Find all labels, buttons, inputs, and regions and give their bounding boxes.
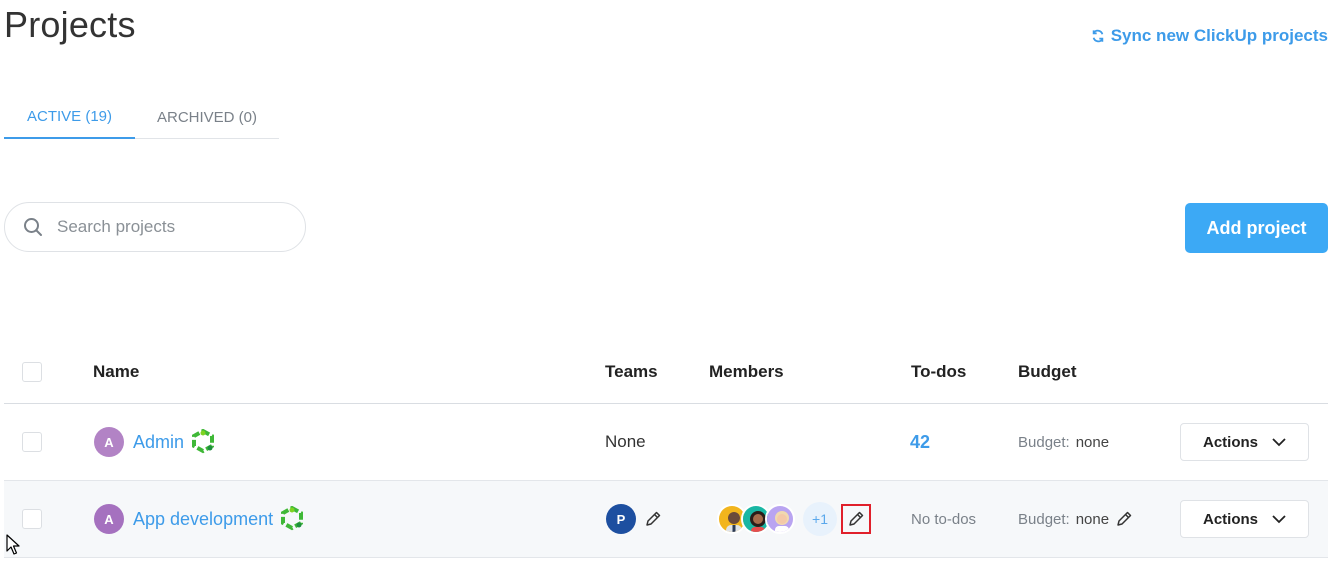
column-header-teams: Teams xyxy=(605,361,658,381)
project-tabs: ACTIVE (19) ARCHIVED (0) xyxy=(4,96,279,139)
tab-active[interactable]: ACTIVE (19) xyxy=(4,96,135,139)
row-checkbox[interactable] xyxy=(22,432,42,452)
sync-clickup-link[interactable]: Sync new ClickUp projects xyxy=(1091,26,1328,46)
edit-members-button[interactable] xyxy=(841,504,871,534)
budget-value: none xyxy=(1075,433,1110,451)
actions-label: Actions xyxy=(1202,510,1258,528)
pencil-icon xyxy=(849,511,864,526)
sync-link-label: Sync new ClickUp projects xyxy=(1110,26,1328,45)
table-row: A App development P +1 No to-dos Budget:… xyxy=(4,481,1328,558)
column-header-todos: To-dos xyxy=(911,361,967,381)
chevron-down-icon xyxy=(1272,514,1286,523)
budget-value: none xyxy=(1075,510,1110,528)
row-checkbox[interactable] xyxy=(22,509,42,529)
actions-label: Actions xyxy=(1202,433,1258,451)
member-avatar xyxy=(765,504,795,534)
todos-count-link[interactable]: 42 xyxy=(910,432,930,453)
pencil-icon[interactable] xyxy=(1115,510,1133,528)
search-box xyxy=(4,202,306,252)
page-title: Projects xyxy=(4,4,136,45)
teams-none-text: None xyxy=(605,432,646,451)
clickup-icon xyxy=(192,429,215,454)
tab-archived[interactable]: ARCHIVED (0) xyxy=(135,96,279,139)
budget-label: Budget: xyxy=(1018,510,1070,528)
column-header-members: Members xyxy=(709,361,784,381)
column-header-budget: Budget xyxy=(1018,361,1077,381)
select-all-checkbox[interactable] xyxy=(22,361,42,382)
project-avatar: A xyxy=(94,504,124,534)
project-avatar: A xyxy=(94,427,124,457)
no-todos-text: No to-dos xyxy=(911,510,977,528)
search-input[interactable] xyxy=(57,217,277,237)
member-avatar-group[interactable]: +1 xyxy=(717,502,837,536)
members-more-count[interactable]: +1 xyxy=(803,502,837,536)
actions-dropdown-button[interactable]: Actions xyxy=(1180,423,1309,461)
clickup-icon xyxy=(281,506,304,531)
sync-icon xyxy=(1092,29,1103,43)
cursor-arrow-icon xyxy=(6,534,20,555)
pencil-icon[interactable] xyxy=(644,510,662,528)
table-row: A Admin None 42 Budget: none Actions xyxy=(4,404,1328,481)
add-project-button[interactable]: Add project xyxy=(1185,203,1328,253)
table-header: Name Teams Members To-dos Budget xyxy=(4,340,1328,404)
budget-label: Budget: xyxy=(1018,433,1070,451)
search-icon xyxy=(24,218,42,236)
actions-dropdown-button[interactable]: Actions xyxy=(1180,500,1309,538)
project-name-link[interactable]: App development xyxy=(133,509,273,530)
project-name-link[interactable]: Admin xyxy=(133,432,184,453)
projects-table: Name Teams Members To-dos Budget A Admin… xyxy=(4,340,1328,558)
chevron-down-icon xyxy=(1272,437,1286,446)
team-avatar[interactable]: P xyxy=(606,504,636,534)
column-header-name[interactable]: Name xyxy=(93,340,139,403)
